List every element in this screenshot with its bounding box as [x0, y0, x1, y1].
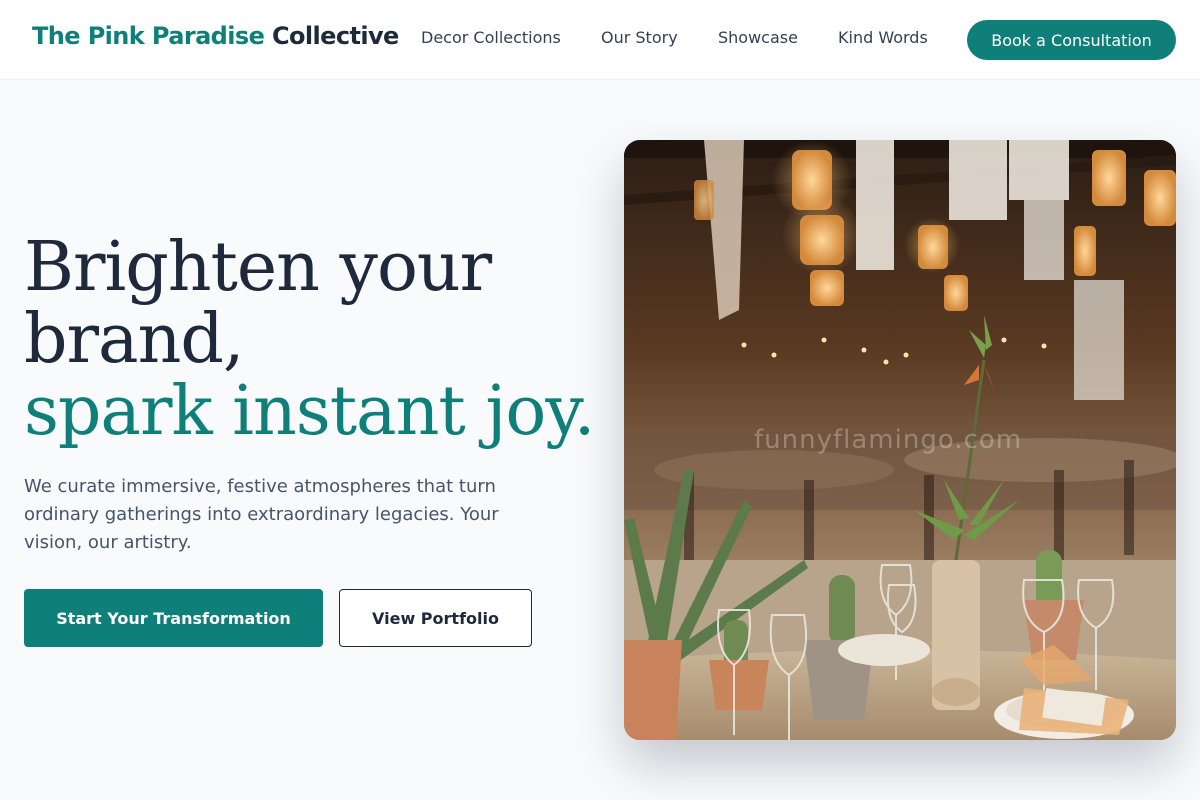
- nav-link-decor-collections[interactable]: Decor Collections: [421, 28, 561, 47]
- book-consultation-button[interactable]: Book a Consultation: [967, 20, 1176, 60]
- hero-description: We curate immersive, festive atmospheres…: [24, 476, 499, 553]
- brand-logo[interactable]: The Pink Paradise Collective: [32, 22, 399, 50]
- hero-event-photo: funnyflamingo.com: [624, 140, 1176, 740]
- nav-link-kind-words[interactable]: Kind Words: [838, 28, 928, 47]
- hero-headline: Brighten your brand, spark instant joy.: [24, 228, 595, 451]
- nav-link-showcase[interactable]: Showcase: [718, 28, 798, 47]
- view-portfolio-button[interactable]: View Portfolio: [339, 589, 532, 647]
- brand-name-dark: Collective: [272, 22, 399, 50]
- headline-line-2: brand,: [24, 300, 245, 379]
- site-header: The Pink Paradise Collective Decor Colle…: [0, 0, 1200, 80]
- image-watermark: funnyflamingo.com: [754, 425, 1023, 455]
- headline-line-3: spark instant joy.: [24, 372, 595, 451]
- brand-name-accent: The Pink Paradise: [32, 22, 265, 50]
- start-transformation-button[interactable]: Start Your Transformation: [24, 589, 323, 647]
- headline-line-1: Brighten your: [24, 228, 492, 307]
- nav-link-our-story[interactable]: Our Story: [601, 28, 678, 47]
